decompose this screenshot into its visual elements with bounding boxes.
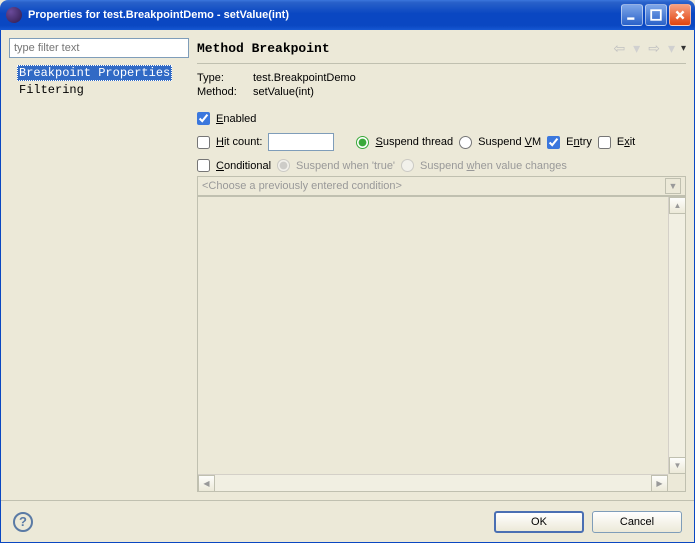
hit-count-checkbox[interactable] [197,136,210,149]
back-menu-icon[interactable]: ▾ [631,40,642,57]
condition-combo-placeholder: <Choose a previously entered condition> [202,180,665,192]
scroll-left-icon[interactable]: ◀ [198,475,215,492]
view-menu-icon[interactable]: ▾ [681,43,686,54]
type-label: Type: [197,72,253,84]
condition-combo[interactable]: <Choose a previously entered condition> … [197,176,686,196]
hit-count-field[interactable] [268,133,334,151]
method-value: setValue(int) [253,86,314,98]
method-label: Method: [197,86,253,98]
entry-label: Entry [566,136,592,148]
hit-count-label: Hit count: [216,136,262,148]
type-value: test.BreakpointDemo [253,72,356,84]
exit-checkbox[interactable] [598,136,611,149]
tree-item-breakpoint-properties[interactable]: Breakpoint Properties [13,64,185,81]
left-panel: Breakpoint Properties Filtering [9,38,189,492]
scroll-down-icon[interactable]: ▼ [669,457,686,474]
help-icon[interactable]: ? [13,512,33,532]
minimize-button[interactable] [621,4,643,26]
back-icon[interactable]: ⇦ [611,40,627,57]
vertical-scrollbar[interactable]: ▲ ▼ [668,197,685,474]
condition-textarea[interactable]: ▲ ▼ ◀ ▶ [197,196,686,492]
scroll-right-icon[interactable]: ▶ [651,475,668,492]
tree-item-label: Filtering [17,82,86,98]
forward-menu-icon[interactable]: ▾ [666,40,677,57]
ok-button[interactable]: OK [494,511,584,533]
nav-tree[interactable]: Breakpoint Properties Filtering [9,58,189,492]
scroll-corner [668,474,685,491]
suspend-thread-label: Suspend thread [375,136,453,148]
maximize-button[interactable] [645,4,667,26]
suspend-true-label: Suspend when 'true' [296,160,395,172]
forward-icon[interactable]: ⇨ [646,40,662,57]
horizontal-scrollbar[interactable]: ◀ ▶ [198,474,668,491]
close-button[interactable] [669,4,691,26]
suspend-vm-label: Suspend VM [478,136,541,148]
title-bar[interactable]: Properties for test.BreakpointDemo - set… [0,0,695,30]
window-title: Properties for test.BreakpointDemo - set… [28,9,619,21]
exit-label: Exit [617,136,635,148]
conditional-checkbox[interactable] [197,159,210,172]
combo-dropdown-icon[interactable]: ▼ [665,178,681,194]
filter-input[interactable] [9,38,189,58]
eclipse-icon [6,7,22,23]
suspend-vm-radio[interactable] [459,136,472,149]
conditional-label: Conditional [216,160,271,172]
enabled-checkbox[interactable] [197,112,210,125]
suspend-changes-label: Suspend when value changes [420,160,567,172]
cancel-button[interactable]: Cancel [592,511,682,533]
suspend-changes-radio [401,159,414,172]
tree-item-label: Breakpoint Properties [17,65,172,81]
entry-checkbox[interactable] [547,136,560,149]
enabled-label: EEnablednabled [216,113,256,125]
scroll-up-icon[interactable]: ▲ [669,197,686,214]
suspend-true-radio [277,159,290,172]
right-panel: Method Breakpoint ⇦ ▾ ⇨ ▾ ▾ Type: test.B… [197,38,686,492]
tree-item-filtering[interactable]: Filtering [13,81,185,98]
page-title: Method Breakpoint [197,41,611,56]
suspend-thread-radio[interactable] [356,136,369,149]
